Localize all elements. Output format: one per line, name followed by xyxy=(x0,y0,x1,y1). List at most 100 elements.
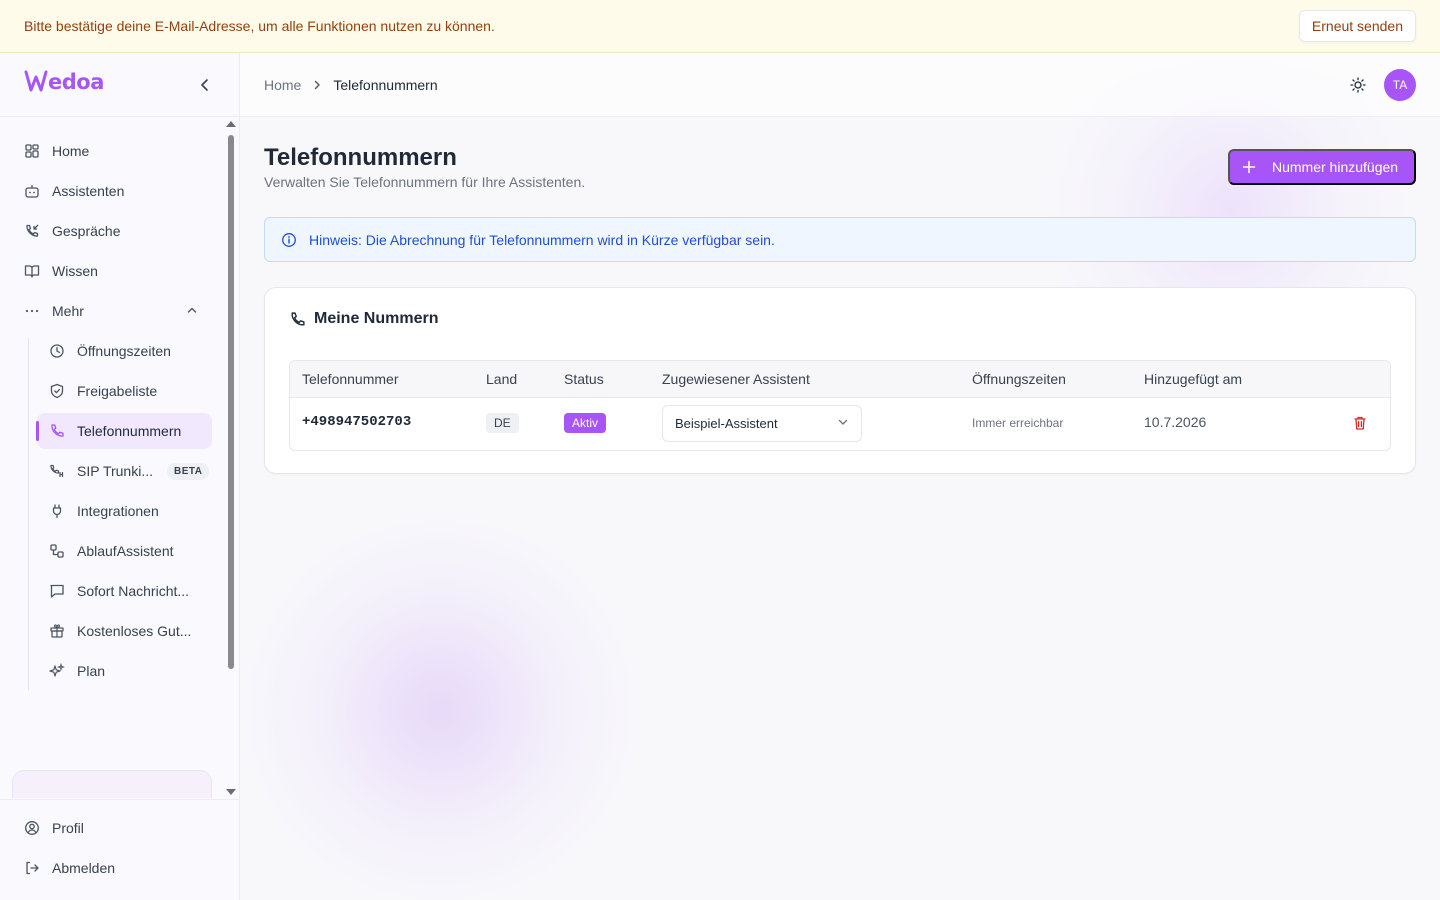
submenu-guide-line xyxy=(28,338,29,690)
status-badge: Aktiv xyxy=(564,413,607,433)
sidebar-item-label: Integrationen xyxy=(77,503,159,519)
email-verification-banner: Bitte bestätige deine E-Mail-Adresse, um… xyxy=(0,0,1440,53)
table-header: Telefonnummer Land Status Zugewiesener A… xyxy=(290,361,1390,398)
notice-text: Hinweis: Die Abrechnung für Telefonnumme… xyxy=(309,231,775,248)
numbers-table: Telefonnummer Land Status Zugewiesener A… xyxy=(289,360,1391,451)
sidebar-item-freigabeliste[interactable]: Freigabeliste xyxy=(37,373,212,409)
scroll-down-arrow-icon[interactable] xyxy=(226,789,236,795)
sun-icon xyxy=(1350,76,1366,93)
breadcrumb-home-link[interactable]: Home xyxy=(264,77,301,93)
sidebar-item-kostenloses-guthaben[interactable]: Kostenloses Gut... xyxy=(37,613,212,649)
clock-icon xyxy=(49,343,65,359)
info-icon xyxy=(281,232,297,248)
chevron-left-icon xyxy=(201,78,208,91)
sip-icon xyxy=(49,463,65,479)
sidebar-item-label: Plan xyxy=(77,663,106,679)
phone-incoming-icon xyxy=(24,223,40,239)
sparkles-icon xyxy=(49,663,65,679)
billing-notice: Hinweis: Die Abrechnung für Telefonnumme… xyxy=(264,217,1416,262)
column-header: Status xyxy=(564,371,604,387)
sidebar-item-label: AblaufAssistent xyxy=(77,543,174,559)
sidebar-item-label: Mehr xyxy=(52,303,84,319)
chevron-down-icon xyxy=(837,416,849,431)
brand-logo[interactable]: edoa xyxy=(24,69,110,100)
sidebar-item-label: Profil xyxy=(52,820,84,836)
column-header: Zugewiesener Assistent xyxy=(662,371,810,387)
active-indicator xyxy=(36,421,39,441)
sidebar-item-sofort-nachricht[interactable]: Sofort Nachricht... xyxy=(37,573,212,609)
sidebar: edoa Home Assistenten Gespräche Wissen M… xyxy=(0,53,240,900)
sidebar-item-label: SIP Trunki... xyxy=(77,463,153,479)
assistant-select-value: Beispiel-Assistent xyxy=(675,416,778,431)
column-header: Telefonnummer xyxy=(302,371,399,387)
resend-email-button[interactable]: Erneut senden xyxy=(1298,10,1416,42)
sidebar-item-plan[interactable]: Plan xyxy=(37,653,212,689)
phone-icon xyxy=(289,311,306,328)
sidebar-item-assistenten[interactable]: Assistenten xyxy=(12,173,212,209)
scrollbar-thumb[interactable] xyxy=(228,135,234,669)
ellipsis-icon xyxy=(24,303,40,319)
background-glow xyxy=(230,520,650,900)
sidebar-item-label: Assistenten xyxy=(52,183,125,199)
theme-toggle-button[interactable] xyxy=(1348,75,1368,95)
logout-icon xyxy=(24,860,40,876)
plus-icon xyxy=(1242,160,1256,174)
bot-icon xyxy=(24,183,40,199)
added-date-cell: 10.7.2026 xyxy=(1144,414,1207,430)
assistant-select[interactable]: Beispiel-Assistent xyxy=(662,405,862,442)
sidebar-item-home[interactable]: Home xyxy=(12,133,212,169)
gift-icon xyxy=(49,623,65,639)
sidebar-item-ablaufassistent[interactable]: AblaufAssistent xyxy=(37,533,212,569)
workflow-icon xyxy=(49,543,65,559)
shield-check-icon xyxy=(49,383,65,399)
sidebar-item-gespraeche[interactable]: Gespräche xyxy=(12,213,212,249)
sidebar-item-abmelden[interactable]: Abmelden xyxy=(12,850,212,886)
sidebar-item-sip-trunking[interactable]: SIP Trunki... BETA xyxy=(37,453,212,489)
sidebar-scrollbar[interactable] xyxy=(226,118,236,798)
card-title: Meine Nummern xyxy=(289,310,438,328)
sidebar-item-profil[interactable]: Profil xyxy=(12,810,212,846)
sidebar-item-wissen[interactable]: Wissen xyxy=(12,253,212,289)
user-avatar-button[interactable]: TA xyxy=(1384,68,1416,101)
grid-icon xyxy=(24,143,40,159)
chevron-right-icon xyxy=(311,79,323,91)
sidebar-item-label: Abmelden xyxy=(52,860,116,876)
breadcrumb-current: Telefonnummern xyxy=(333,76,438,93)
sidebar-item-label: Home xyxy=(52,143,90,159)
sidebar-item-mehr[interactable]: Mehr xyxy=(12,293,212,329)
my-numbers-card: Meine Nummern Telefonnummer Land Status … xyxy=(264,287,1416,474)
sidebar-item-label: Sofort Nachricht... xyxy=(77,583,190,599)
plug-icon xyxy=(49,503,65,519)
column-header: Hinzugefügt am xyxy=(1144,371,1243,387)
sidebar-item-label: Kostenloses Gut... xyxy=(77,623,192,639)
sidebar-item-label: Öffnungszeiten xyxy=(77,343,171,359)
table-row: +498947502703 DE Aktiv Beispiel-Assisten… xyxy=(290,398,1390,450)
sidebar-item-label: Wissen xyxy=(52,263,98,279)
message-icon xyxy=(49,583,65,599)
collapse-sidebar-button[interactable] xyxy=(195,75,215,95)
beta-badge: BETA xyxy=(167,462,210,480)
phone-icon xyxy=(49,423,65,439)
chevron-up-icon xyxy=(186,303,198,319)
sidebar-item-label: Gespräche xyxy=(52,223,121,239)
page-title: Telefonnummern xyxy=(264,144,457,171)
top-bar: Home Telefonnummern TA xyxy=(240,53,1440,117)
wedoa-logo-icon: edoa xyxy=(24,70,104,94)
column-header: Öffnungszeiten xyxy=(972,371,1066,387)
sidebar-header: edoa xyxy=(0,53,239,117)
phone-number-cell: +498947502703 xyxy=(302,414,412,430)
page-subtitle: Verwalten Sie Telefonnummern für Ihre As… xyxy=(264,174,586,190)
column-header: Land xyxy=(486,371,518,387)
sidebar-item-label: Freigabeliste xyxy=(77,383,158,399)
delete-number-button[interactable] xyxy=(1352,415,1368,431)
sidebar-item-telefonnummern[interactable]: Telefonnummern xyxy=(36,413,212,449)
add-number-button[interactable]: Nummer hinzufügen xyxy=(1228,149,1416,185)
banner-text: Bitte bestätige deine E-Mail-Adresse, um… xyxy=(24,18,495,34)
book-icon xyxy=(24,263,40,279)
scroll-up-arrow-icon[interactable] xyxy=(226,121,236,127)
sidebar-item-integrationen[interactable]: Integrationen xyxy=(37,493,212,529)
sidebar-footer: Profil Abmelden xyxy=(0,799,239,900)
sidebar-item-oeffnungszeiten[interactable]: Öffnungszeiten xyxy=(37,333,212,369)
user-circle-icon xyxy=(24,820,40,836)
trash-icon xyxy=(1354,416,1366,430)
